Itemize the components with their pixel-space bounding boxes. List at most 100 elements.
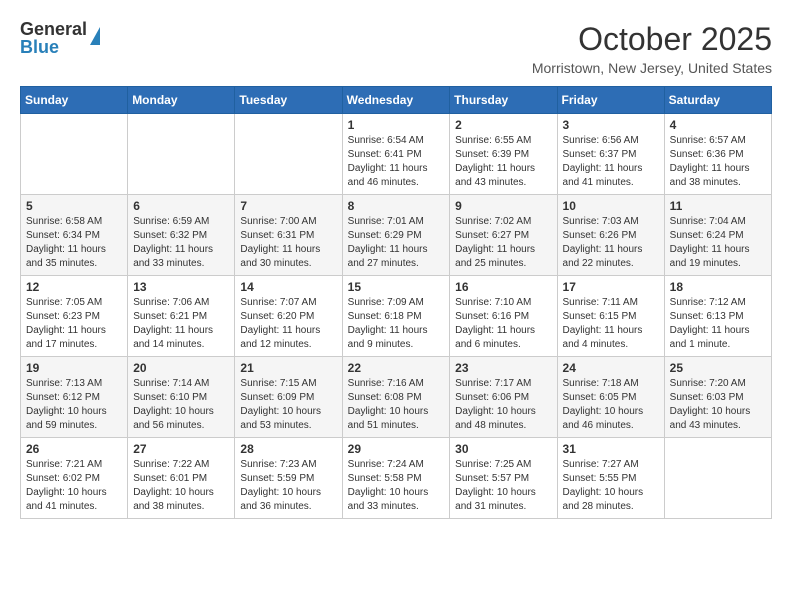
day-number: 14 <box>240 280 336 294</box>
day-number: 8 <box>348 199 445 213</box>
calendar-week-row: 12Sunrise: 7:05 AMSunset: 6:23 PMDayligh… <box>21 276 772 357</box>
calendar-day-4: 4 Sunrise: 6:57 AMSunset: 6:36 PMDaylight… <box>664 114 771 195</box>
calendar-day-3: 3Sunrise: 6:56 AMSunset: 6:37 PMDaylight… <box>557 114 664 195</box>
day-number: 28 <box>240 442 336 456</box>
logo-general-text: General <box>20 20 87 38</box>
day-info: Sunrise: 7:11 AMSunset: 6:15 PMDaylight:… <box>563 296 659 352</box>
day-info: Sunrise: 6:54 AMSunset: 6:41 PMDaylight:… <box>348 134 445 190</box>
day-number: 9 <box>455 199 551 213</box>
day-info: Sunrise: 7:01 AMSunset: 6:29 PMDaylight:… <box>348 215 445 271</box>
day-number: 5 <box>26 199 122 213</box>
day-info: Sunrise: 7:16 AMSunset: 6:08 PMDaylight:… <box>348 377 445 433</box>
calendar-day-21: 21 Sunrise: 7:15 AMSunset: 6:09 PMDayligh… <box>235 357 342 438</box>
day-number: 4 <box>670 118 766 132</box>
calendar-day-30: 30 Sunrise: 7:25 AMSunset: 5:57 PMDayligh… <box>450 438 557 519</box>
calendar-day-8: 8 Sunrise: 7:01 AMSunset: 6:29 PMDaylight… <box>342 195 450 276</box>
logo-triangle-icon <box>90 27 100 45</box>
calendar-empty-cell <box>664 438 771 519</box>
day-info: Sunrise: 6:58 AMSunset: 6:34 PMDaylight:… <box>26 215 122 271</box>
calendar-week-row: 26Sunrise: 7:21 AMSunset: 6:02 PMDayligh… <box>21 438 772 519</box>
calendar-empty-cell <box>21 114 128 195</box>
title-area: October 2025 Morristown, New Jersey, Uni… <box>532 20 772 76</box>
day-info: Sunrise: 7:17 AMSunset: 6:06 PMDaylight:… <box>455 377 551 433</box>
day-number: 10 <box>563 199 659 213</box>
day-number: 11 <box>670 199 766 213</box>
day-number: 31 <box>563 442 659 456</box>
day-info: Sunrise: 7:10 AMSunset: 6:16 PMDaylight:… <box>455 296 551 352</box>
calendar-day-9: 9 Sunrise: 7:02 AMSunset: 6:27 PMDaylight… <box>450 195 557 276</box>
calendar-day-23: 23 Sunrise: 7:17 AMSunset: 6:06 PMDayligh… <box>450 357 557 438</box>
calendar-day-14: 14 Sunrise: 7:07 AMSunset: 6:20 PMDayligh… <box>235 276 342 357</box>
day-number: 23 <box>455 361 551 375</box>
day-info: Sunrise: 7:27 AMSunset: 5:55 PMDaylight:… <box>563 458 659 514</box>
calendar-day-29: 29 Sunrise: 7:24 AMSunset: 5:58 PMDayligh… <box>342 438 450 519</box>
day-number: 25 <box>670 361 766 375</box>
day-number: 6 <box>133 199 229 213</box>
day-info: Sunrise: 7:24 AMSunset: 5:58 PMDaylight:… <box>348 458 445 514</box>
day-number: 24 <box>563 361 659 375</box>
calendar-day-17: 17 Sunrise: 7:11 AMSunset: 6:15 PMDayligh… <box>557 276 664 357</box>
header-monday: Monday <box>128 87 235 114</box>
day-number: 29 <box>348 442 445 456</box>
day-info: Sunrise: 7:04 AMSunset: 6:24 PMDaylight:… <box>670 215 766 271</box>
day-number: 7 <box>240 199 336 213</box>
calendar-day-11: 11 Sunrise: 7:04 AMSunset: 6:24 PMDayligh… <box>664 195 771 276</box>
calendar-day-18: 18Sunrise: 7:12 AMSunset: 6:13 PMDayligh… <box>664 276 771 357</box>
day-number: 16 <box>455 280 551 294</box>
calendar-week-row: 5 Sunrise: 6:58 AMSunset: 6:34 PMDaylight… <box>21 195 772 276</box>
day-number: 15 <box>348 280 445 294</box>
month-title: October 2025 <box>532 20 772 58</box>
page-header: General Blue October 2025 Morristown, Ne… <box>20 20 772 76</box>
calendar-empty-cell <box>128 114 235 195</box>
calendar-day-10: 10 Sunrise: 7:03 AMSunset: 6:26 PMDayligh… <box>557 195 664 276</box>
calendar-day-2: 2 Sunrise: 6:55 AMSunset: 6:39 PMDaylight… <box>450 114 557 195</box>
header-friday: Friday <box>557 87 664 114</box>
calendar-day-1: 1 Sunrise: 6:54 AMSunset: 6:41 PMDaylight… <box>342 114 450 195</box>
calendar-day-31: 31 Sunrise: 7:27 AMSunset: 5:55 PMDayligh… <box>557 438 664 519</box>
day-info: Sunrise: 7:21 AMSunset: 6:02 PMDaylight:… <box>26 458 122 514</box>
calendar-day-7: 7Sunrise: 7:00 AMSunset: 6:31 PMDaylight… <box>235 195 342 276</box>
location-title: Morristown, New Jersey, United States <box>532 60 772 76</box>
day-info: Sunrise: 7:25 AMSunset: 5:57 PMDaylight:… <box>455 458 551 514</box>
day-info: Sunrise: 7:22 AMSunset: 6:01 PMDaylight:… <box>133 458 229 514</box>
day-info: Sunrise: 7:07 AMSunset: 6:20 PMDaylight:… <box>240 296 336 352</box>
day-number: 30 <box>455 442 551 456</box>
header-wednesday: Wednesday <box>342 87 450 114</box>
calendar-week-row: 1 Sunrise: 6:54 AMSunset: 6:41 PMDaylight… <box>21 114 772 195</box>
day-number: 1 <box>348 118 445 132</box>
calendar-day-20: 20 Sunrise: 7:14 AMSunset: 6:10 PMDayligh… <box>128 357 235 438</box>
day-number: 19 <box>26 361 122 375</box>
day-info: Sunrise: 7:14 AMSunset: 6:10 PMDaylight:… <box>133 377 229 433</box>
day-info: Sunrise: 7:15 AMSunset: 6:09 PMDaylight:… <box>240 377 336 433</box>
calendar-table: SundayMondayTuesdayWednesdayThursdayFrid… <box>20 86 772 519</box>
calendar-day-24: 24 Sunrise: 7:18 AMSunset: 6:05 PMDayligh… <box>557 357 664 438</box>
day-info: Sunrise: 6:56 AMSunset: 6:37 PMDaylight:… <box>563 134 659 190</box>
calendar-day-28: 28 Sunrise: 7:23 AMSunset: 5:59 PMDayligh… <box>235 438 342 519</box>
day-number: 18 <box>670 280 766 294</box>
day-info: Sunrise: 6:59 AMSunset: 6:32 PMDaylight:… <box>133 215 229 271</box>
day-number: 21 <box>240 361 336 375</box>
calendar-day-25: 25 Sunrise: 7:20 AMSunset: 6:03 PMDayligh… <box>664 357 771 438</box>
header-thursday: Thursday <box>450 87 557 114</box>
day-info: Sunrise: 7:09 AMSunset: 6:18 PMDaylight:… <box>348 296 445 352</box>
day-info: Sunrise: 7:03 AMSunset: 6:26 PMDaylight:… <box>563 215 659 271</box>
header-tuesday: Tuesday <box>235 87 342 114</box>
day-number: 2 <box>455 118 551 132</box>
day-info: Sunrise: 7:23 AMSunset: 5:59 PMDaylight:… <box>240 458 336 514</box>
header-saturday: Saturday <box>664 87 771 114</box>
calendar-day-27: 27Sunrise: 7:22 AMSunset: 6:01 PMDayligh… <box>128 438 235 519</box>
calendar-day-5: 5 Sunrise: 6:58 AMSunset: 6:34 PMDaylight… <box>21 195 128 276</box>
day-number: 17 <box>563 280 659 294</box>
day-info: Sunrise: 7:18 AMSunset: 6:05 PMDaylight:… <box>563 377 659 433</box>
day-info: Sunrise: 6:57 AMSunset: 6:36 PMDaylight:… <box>670 134 766 190</box>
day-info: Sunrise: 7:05 AMSunset: 6:23 PMDaylight:… <box>26 296 122 352</box>
calendar-day-13: 13Sunrise: 7:06 AMSunset: 6:21 PMDayligh… <box>128 276 235 357</box>
day-number: 13 <box>133 280 229 294</box>
day-number: 20 <box>133 361 229 375</box>
calendar-day-15: 15 Sunrise: 7:09 AMSunset: 6:18 PMDayligh… <box>342 276 450 357</box>
day-number: 22 <box>348 361 445 375</box>
day-info: Sunrise: 7:20 AMSunset: 6:03 PMDaylight:… <box>670 377 766 433</box>
day-info: Sunrise: 7:02 AMSunset: 6:27 PMDaylight:… <box>455 215 551 271</box>
calendar-day-19: 19Sunrise: 7:13 AMSunset: 6:12 PMDayligh… <box>21 357 128 438</box>
day-info: Sunrise: 6:55 AMSunset: 6:39 PMDaylight:… <box>455 134 551 190</box>
